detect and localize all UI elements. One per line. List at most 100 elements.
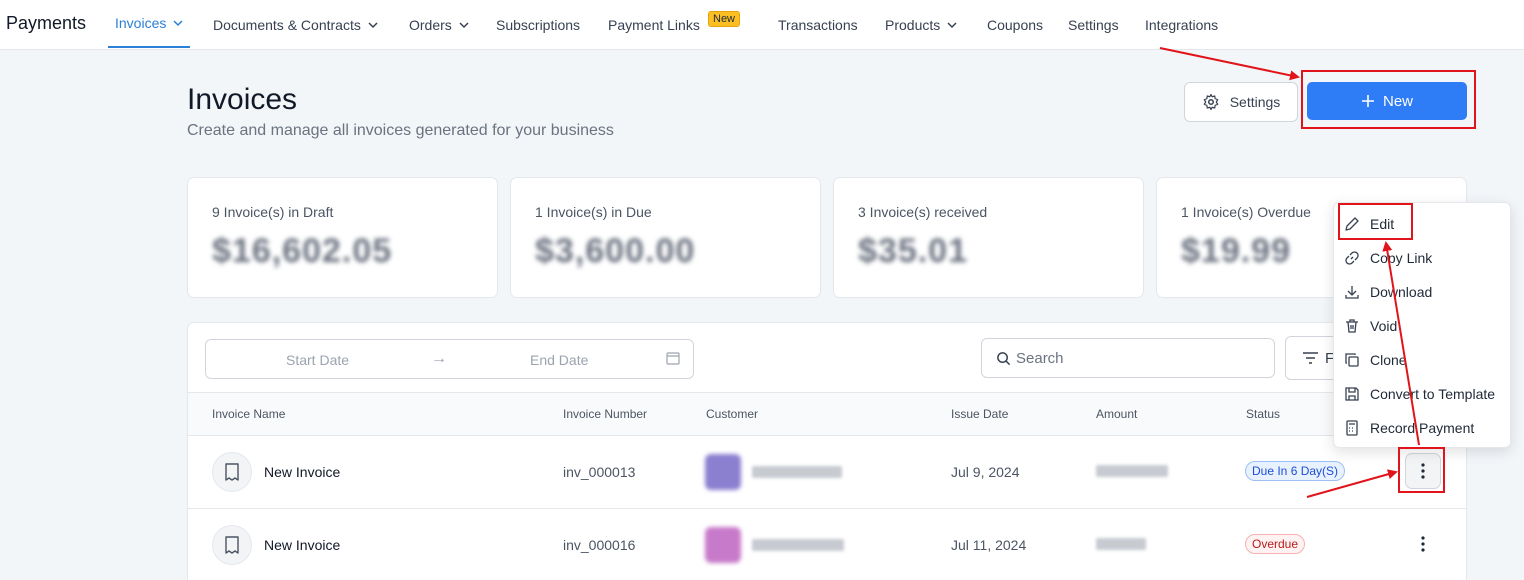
stat-value: $19.99 bbox=[1181, 232, 1291, 270]
column-header: Amount bbox=[1096, 407, 1138, 421]
nav-products-label: Products bbox=[885, 17, 941, 33]
annotation-box-new-button bbox=[1301, 70, 1476, 129]
nav-transactions-label: Transactions bbox=[778, 17, 858, 33]
status-badge: Overdue bbox=[1245, 534, 1306, 554]
stat-label: 1 Invoice(s) in Due bbox=[535, 204, 652, 220]
filter-icon bbox=[1303, 352, 1318, 364]
stat-value: $35.01 bbox=[858, 232, 968, 270]
customer-name-redacted bbox=[752, 466, 842, 478]
kebab-menu-icon bbox=[1421, 536, 1425, 552]
nav-subscriptions-label: Subscriptions bbox=[496, 17, 581, 33]
stat-value: $16,602.05 bbox=[212, 232, 393, 270]
menu-item-label: Convert to Template bbox=[1370, 386, 1496, 402]
download-icon bbox=[1345, 286, 1359, 299]
table-row[interactable]: New Invoice inv_000016 Jul 11, 2024 Over… bbox=[188, 509, 1466, 580]
stat-card-draft: 9 Invoice(s) in Draft $16,602.05 bbox=[187, 177, 498, 298]
issue-date: Jul 11, 2024 bbox=[951, 537, 1027, 553]
top-navigation: Payments Invoices Documents & Contracts … bbox=[0, 0, 1524, 50]
settings-button-label: Settings bbox=[1229, 94, 1281, 110]
page-subtitle: Create and manage all invoices generated… bbox=[187, 122, 614, 139]
nav-settings-label: Settings bbox=[1068, 17, 1119, 33]
menu-item-label: Download bbox=[1370, 284, 1433, 300]
menu-item-copy-link[interactable]: Copy Link bbox=[1334, 241, 1512, 275]
search-icon bbox=[997, 352, 1011, 366]
receipt-icon bbox=[212, 452, 252, 492]
gear-icon bbox=[1203, 93, 1219, 111]
menu-item-label: Record Payment bbox=[1370, 420, 1475, 436]
customer-avatar bbox=[705, 454, 741, 490]
invoice-name[interactable]: New Invoice bbox=[264, 537, 340, 553]
menu-item-clone[interactable]: Clone bbox=[1334, 343, 1512, 377]
customer-avatar bbox=[705, 527, 741, 563]
stat-card-due: 1 Invoice(s) in Due $3,600.00 bbox=[510, 177, 821, 298]
arrow-right-icon: → bbox=[431, 350, 447, 367]
nav-documents-contracts[interactable]: Documents & Contracts bbox=[213, 0, 378, 50]
chevron-down-icon bbox=[173, 20, 183, 27]
nav-invoices[interactable]: Invoices bbox=[108, 0, 191, 48]
menu-item-download[interactable]: Download bbox=[1334, 275, 1512, 309]
menu-item-label: Void bbox=[1370, 318, 1398, 334]
calculator-icon bbox=[1346, 420, 1358, 436]
customer-name-redacted bbox=[752, 539, 844, 551]
calendar-icon bbox=[666, 352, 680, 365]
column-header: Status bbox=[1246, 407, 1281, 421]
save-icon bbox=[1345, 387, 1359, 401]
amount-redacted bbox=[1096, 538, 1146, 550]
nav-settings[interactable]: Settings bbox=[1068, 0, 1119, 50]
stat-label: 1 Invoice(s) Overdue bbox=[1181, 204, 1311, 220]
nav-payment-links[interactable]: Payment Links New bbox=[608, 0, 758, 50]
table-row[interactable]: New Invoice inv_000013 Jul 9, 2024 Due I… bbox=[188, 436, 1466, 509]
nav-orders-label: Orders bbox=[409, 17, 452, 33]
annotation-arrow bbox=[1159, 47, 1300, 81]
menu-item-void[interactable]: Void bbox=[1334, 309, 1512, 343]
invoice-table-panel: Start Date → End Date Search F Invoice N… bbox=[187, 322, 1467, 580]
nav-invoices-label: Invoices bbox=[115, 15, 167, 31]
row-actions-button[interactable] bbox=[1405, 526, 1441, 562]
column-header: Invoice Number bbox=[563, 407, 648, 421]
annotation-box-edit bbox=[1338, 203, 1413, 240]
nav-coupons[interactable]: Coupons bbox=[987, 0, 1043, 50]
column-header: Issue Date bbox=[951, 407, 1009, 421]
stat-value: $3,600.00 bbox=[535, 232, 696, 270]
nav-transactions[interactable]: Transactions bbox=[778, 0, 858, 50]
menu-item-convert-template[interactable]: Convert to Template bbox=[1334, 377, 1512, 411]
page-title: Invoices bbox=[187, 83, 298, 116]
search-input[interactable]: Search bbox=[981, 338, 1275, 378]
end-date-field[interactable]: End Date bbox=[530, 352, 588, 368]
nav-subscriptions[interactable]: Subscriptions bbox=[496, 0, 580, 50]
nav-coupons-label: Coupons bbox=[987, 17, 1044, 33]
amount-redacted bbox=[1096, 465, 1168, 477]
menu-item-record-payment[interactable]: Record Payment bbox=[1334, 411, 1512, 445]
status-badge: Due In 6 Day(S) bbox=[1245, 461, 1346, 481]
trash-icon bbox=[1346, 319, 1358, 333]
stat-card-received: 3 Invoice(s) received $35.01 bbox=[833, 177, 1144, 298]
receipt-icon bbox=[212, 525, 252, 565]
chevron-down-icon bbox=[947, 22, 957, 29]
invoice-name[interactable]: New Invoice bbox=[264, 464, 340, 480]
nav-payment-links-label: Payment Links bbox=[608, 17, 700, 33]
menu-item-label: Copy Link bbox=[1370, 250, 1433, 266]
nav-integrations-label: Integrations bbox=[1145, 17, 1219, 33]
annotation-box-row-actions bbox=[1398, 447, 1445, 493]
chevron-down-icon bbox=[459, 22, 469, 29]
brand-title: Payments bbox=[6, 13, 87, 33]
search-placeholder: Search bbox=[1016, 350, 1064, 367]
nav-products[interactable]: Products bbox=[885, 0, 957, 50]
nav-integrations[interactable]: Integrations bbox=[1145, 0, 1218, 50]
nav-documents-label: Documents & Contracts bbox=[213, 17, 361, 33]
issue-date: Jul 9, 2024 bbox=[951, 464, 1020, 480]
invoice-number: inv_000016 bbox=[563, 537, 636, 553]
new-badge: New bbox=[708, 11, 741, 27]
start-date-field[interactable]: Start Date bbox=[286, 352, 349, 368]
stat-label: 3 Invoice(s) received bbox=[858, 204, 988, 220]
settings-button[interactable]: Settings bbox=[1184, 82, 1298, 122]
nav-orders[interactable]: Orders bbox=[409, 0, 469, 50]
stat-label: 9 Invoice(s) in Draft bbox=[212, 204, 334, 220]
column-header: Invoice Name bbox=[212, 407, 286, 421]
menu-item-label: Clone bbox=[1370, 352, 1407, 368]
column-header: Customer bbox=[706, 407, 759, 421]
invoice-number: inv_000013 bbox=[563, 464, 636, 480]
link-icon bbox=[1345, 251, 1359, 265]
date-range-picker[interactable]: Start Date → End Date bbox=[205, 339, 694, 379]
table-header: Invoice Name Invoice Number Customer Iss… bbox=[188, 392, 1466, 436]
